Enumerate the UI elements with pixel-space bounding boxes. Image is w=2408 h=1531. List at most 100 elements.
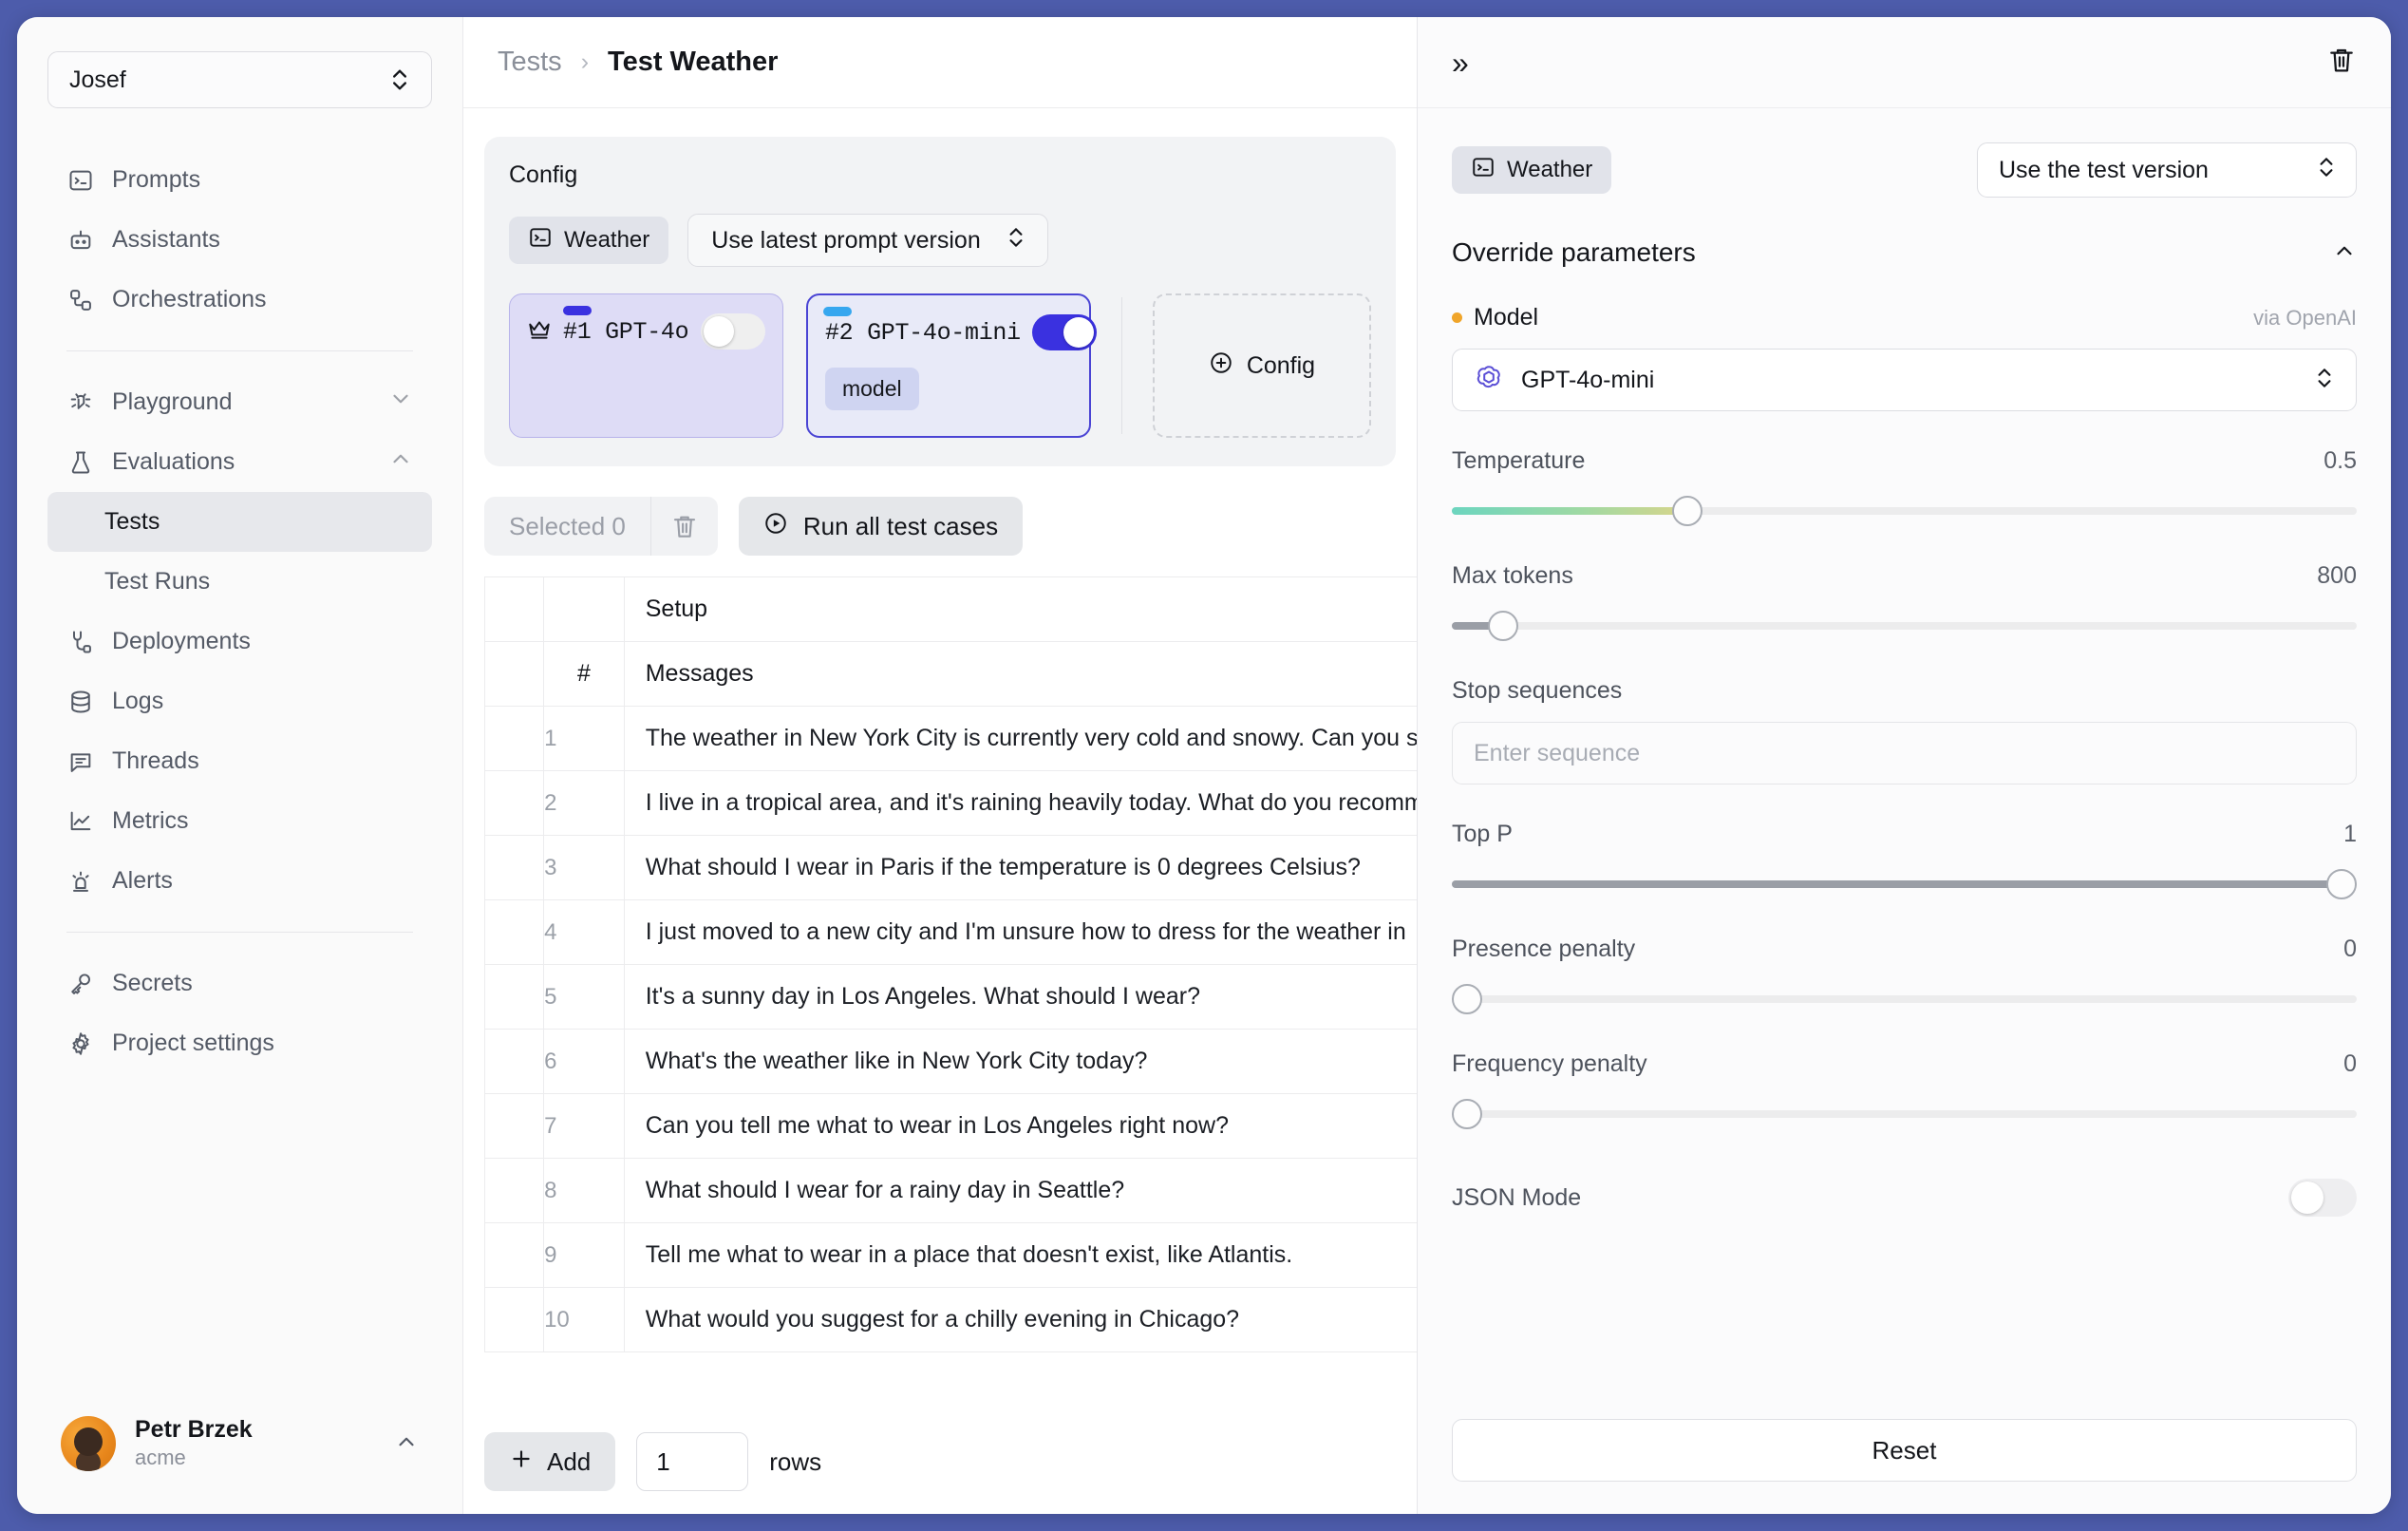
sidebar-item-prompts[interactable]: Prompts — [47, 150, 432, 210]
selected-group: Selected 0 — [484, 497, 718, 556]
add-config-button[interactable]: Config — [1153, 293, 1371, 438]
breadcrumb-parent[interactable]: Tests — [498, 47, 562, 78]
config-side-panel: » Weather Use the test version — [1417, 17, 2391, 1514]
subheader-check-cell[interactable] — [485, 642, 544, 707]
row-checkbox[interactable] — [485, 1094, 544, 1159]
sidebar-item-test-runs[interactable]: Test Runs — [47, 552, 432, 612]
override-parameters-header[interactable]: Override parameters — [1452, 237, 2357, 268]
temperature-slider[interactable] — [1452, 496, 2357, 526]
sidebar-item-alerts[interactable]: Alerts — [47, 851, 432, 911]
chevron-up-icon[interactable] — [388, 446, 413, 478]
row-checkbox[interactable] — [485, 965, 544, 1030]
row-message[interactable]: What's the weather like in New York City… — [624, 1030, 1417, 1094]
run-all-label: Run all test cases — [803, 512, 998, 541]
database-icon — [66, 688, 95, 716]
row-checkbox[interactable] — [485, 707, 544, 771]
table-sub-header-row: # Messages — [485, 642, 1418, 707]
row-message[interactable]: Can you tell me what to wear in Los Ange… — [624, 1094, 1417, 1159]
rows-count-input[interactable] — [636, 1432, 748, 1491]
table-row[interactable]: 7Can you tell me what to wear in Los Ang… — [485, 1094, 1418, 1159]
sidebar-item-project-settings[interactable]: Project settings — [47, 1013, 432, 1073]
row-message[interactable]: The weather in New York City is currentl… — [624, 707, 1417, 771]
table-row[interactable]: 4I just moved to a new city and I'm unsu… — [485, 900, 1418, 965]
user-name: Petr Brzek — [135, 1415, 253, 1445]
user-menu[interactable]: Petr Brzek acme — [47, 1406, 432, 1482]
stop-sequences-input[interactable] — [1452, 722, 2357, 784]
row-message[interactable]: What should I wear in Paris if the tempe… — [624, 836, 1417, 900]
chevron-up-icon[interactable] — [394, 1429, 419, 1459]
max-tokens-slider[interactable] — [1452, 611, 2357, 641]
config-card-1-toggle[interactable] — [701, 313, 765, 350]
row-checkbox[interactable] — [485, 1288, 544, 1352]
slider-handle[interactable] — [1488, 611, 1518, 641]
sidebar-item-threads[interactable]: Threads — [47, 731, 432, 791]
row-checkbox[interactable] — [485, 900, 544, 965]
tests-table-wrapper: Setup # Messages 1The weather in New Yor… — [484, 576, 1417, 1514]
table-row[interactable]: 10What would you suggest for a chilly ev… — [485, 1288, 1418, 1352]
sidebar-item-playground[interactable]: Playground — [47, 372, 432, 432]
presence-penalty-slider[interactable] — [1452, 984, 2357, 1014]
header-select-all-cell[interactable] — [485, 577, 544, 642]
sidebar-item-metrics[interactable]: Metrics — [47, 791, 432, 851]
row-checkbox[interactable] — [485, 1159, 544, 1223]
line-chart-icon — [66, 807, 95, 836]
trash-icon[interactable] — [651, 497, 718, 556]
reset-button[interactable]: Reset — [1452, 1419, 2357, 1482]
prompt-chip-weather[interactable]: Weather — [509, 217, 668, 264]
sidebar-item-label: Deployments — [112, 628, 251, 655]
config-card-2[interactable]: #2 GPT-4o-mini model — [806, 293, 1091, 438]
chevron-up-icon[interactable] — [2332, 238, 2357, 268]
sidebar-item-tests[interactable]: Tests — [47, 492, 432, 552]
row-checkbox[interactable] — [485, 1030, 544, 1094]
row-message[interactable]: What should I wear for a rainy day in Se… — [624, 1159, 1417, 1223]
header-spacer-cell — [544, 577, 625, 642]
add-rows-button[interactable]: Add — [484, 1432, 615, 1491]
prompt-version-select[interactable]: Use latest prompt version — [687, 214, 1047, 267]
table-row[interactable]: 9Tell me what to wear in a place that do… — [485, 1223, 1418, 1288]
config-card-2-toggle[interactable] — [1032, 314, 1097, 350]
sidebar-item-deployments[interactable]: Deployments — [47, 612, 432, 671]
config-card-1[interactable]: #1 GPT-4o — [509, 293, 783, 438]
panel-prompt-chip-weather[interactable]: Weather — [1452, 146, 1611, 194]
sidebar-item-evaluations[interactable]: Evaluations — [47, 432, 432, 492]
row-message[interactable]: I live in a tropical area, and it's rain… — [624, 771, 1417, 836]
top-p-slider[interactable] — [1452, 869, 2357, 899]
slider-handle[interactable] — [1672, 496, 1703, 526]
sidebar-item-logs[interactable]: Logs — [47, 671, 432, 731]
slider-handle[interactable] — [1452, 1099, 1482, 1129]
json-mode-toggle[interactable] — [2288, 1179, 2357, 1217]
run-all-test-cases-button[interactable]: Run all test cases — [739, 497, 1023, 556]
tests-table-body: 1The weather in New York City is current… — [485, 707, 1418, 1352]
row-checkbox[interactable] — [485, 771, 544, 836]
model-select[interactable]: GPT-4o-mini — [1452, 349, 2357, 411]
project-selector[interactable]: Josef — [47, 51, 432, 108]
trash-icon[interactable] — [2326, 45, 2357, 80]
sidebar-item-secrets[interactable]: Secrets — [47, 954, 432, 1013]
table-row[interactable]: 5It's a sunny day in Los Angeles. What s… — [485, 965, 1418, 1030]
max-tokens-label: Max tokens — [1452, 562, 1573, 590]
slider-handle[interactable] — [2326, 869, 2357, 899]
sidebar-item-label: Metrics — [112, 807, 189, 835]
row-message[interactable]: What would you suggest for a chilly even… — [624, 1288, 1417, 1352]
model-label: Model — [1474, 304, 1538, 331]
row-checkbox[interactable] — [485, 836, 544, 900]
table-row[interactable]: 6What's the weather like in New York Cit… — [485, 1030, 1418, 1094]
field-top-p: Top P 1 — [1452, 821, 2357, 899]
collapse-panel-icon[interactable]: » — [1452, 47, 1466, 78]
table-row[interactable]: 3What should I wear in Paris if the temp… — [485, 836, 1418, 900]
table-row[interactable]: 8What should I wear for a rainy day in S… — [485, 1159, 1418, 1223]
chevron-down-icon[interactable] — [388, 387, 413, 418]
modified-dot-icon — [1452, 312, 1462, 323]
table-row[interactable]: 1The weather in New York City is current… — [485, 707, 1418, 771]
panel-version-select[interactable]: Use the test version — [1977, 142, 2357, 198]
config-card-1-label: #1 GPT-4o — [563, 318, 688, 346]
sidebar-item-orchestrations[interactable]: Orchestrations — [47, 270, 432, 330]
slider-handle[interactable] — [1452, 984, 1482, 1014]
row-message[interactable]: I just moved to a new city and I'm unsur… — [624, 900, 1417, 965]
row-message[interactable]: Tell me what to wear in a place that doe… — [624, 1223, 1417, 1288]
sidebar-item-assistants[interactable]: Assistants — [47, 210, 432, 270]
row-checkbox[interactable] — [485, 1223, 544, 1288]
frequency-penalty-slider[interactable] — [1452, 1099, 2357, 1129]
row-message[interactable]: It's a sunny day in Los Angeles. What sh… — [624, 965, 1417, 1030]
table-row[interactable]: 2I live in a tropical area, and it's rai… — [485, 771, 1418, 836]
